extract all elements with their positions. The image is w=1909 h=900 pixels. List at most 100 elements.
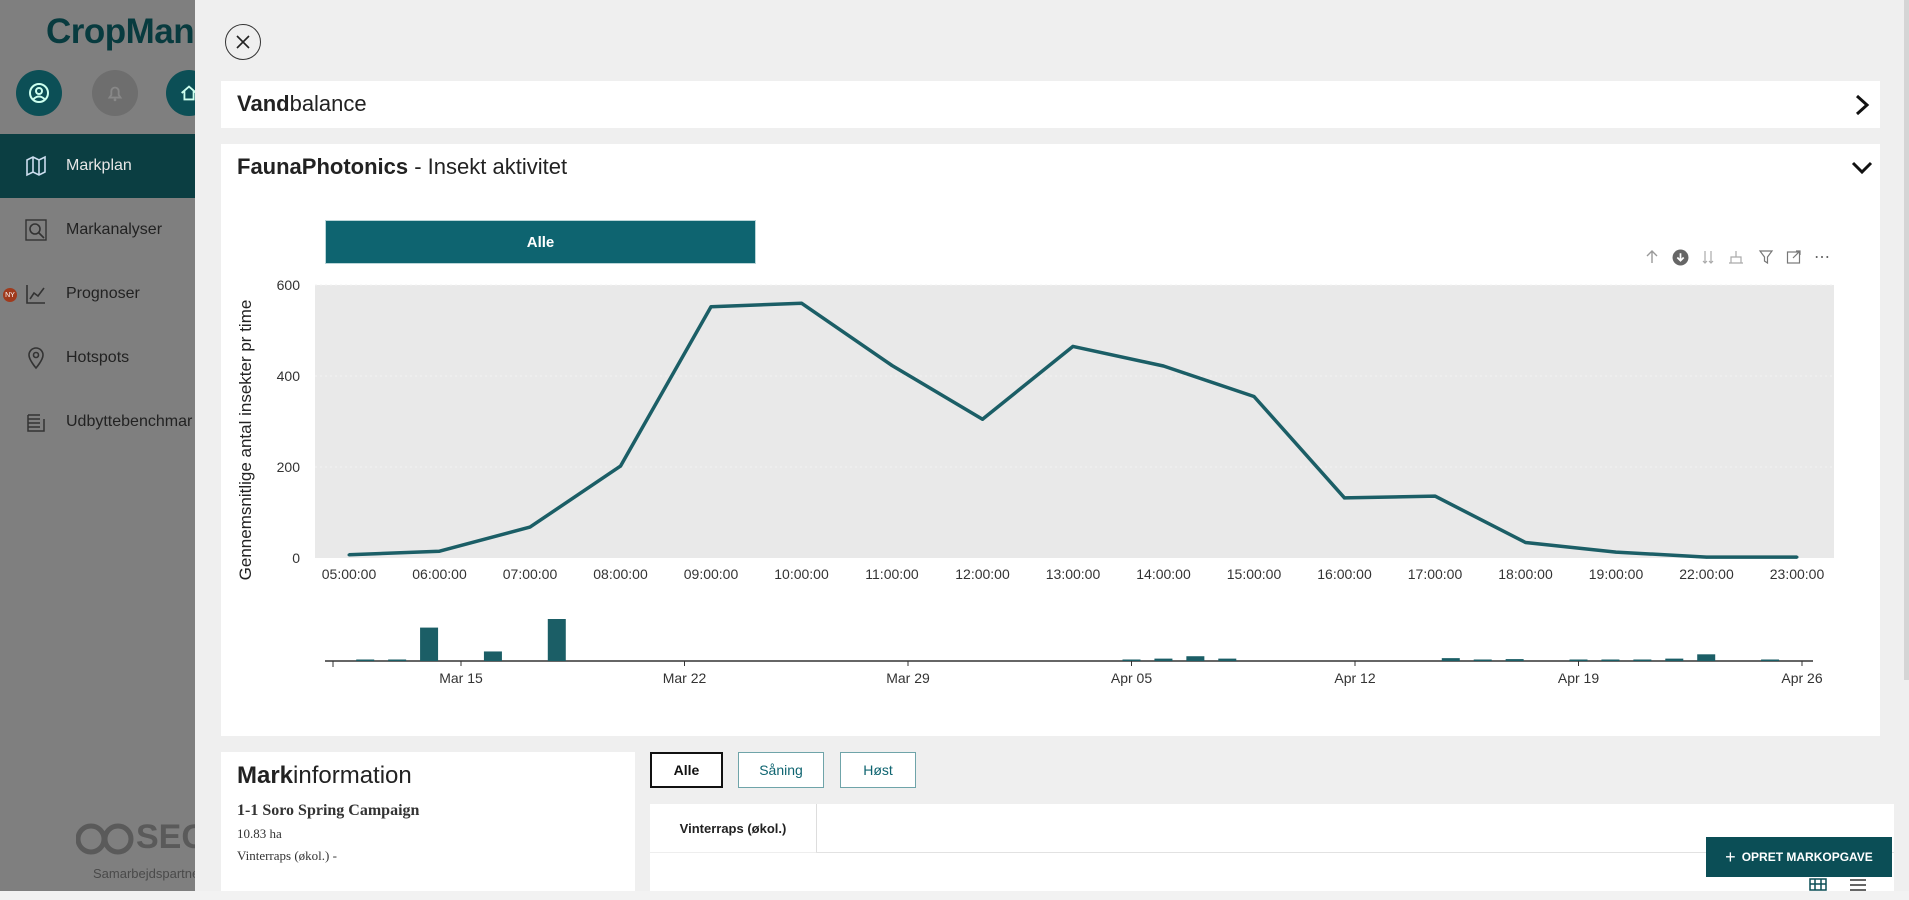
opret-markopgave-button[interactable]: + OPRET MARKOPGAVE — [1706, 837, 1892, 877]
overview-bar — [420, 627, 439, 661]
tab-vinterraps[interactable]: Vinterraps (økol.) — [650, 804, 817, 853]
overview-bar — [1186, 656, 1205, 661]
data-point — [800, 301, 803, 305]
data-point — [1795, 555, 1799, 559]
overview-bar — [1473, 659, 1492, 661]
overview-bar — [1601, 659, 1620, 661]
overview-bar — [1122, 659, 1141, 661]
data-point — [709, 305, 713, 309]
overview-bar — [388, 659, 407, 661]
overview-bar — [1505, 659, 1524, 661]
overview-tick-label: Mar 29 — [886, 670, 930, 686]
overview-tick-label: Apr 26 — [1781, 670, 1822, 686]
overview-bar — [483, 651, 502, 661]
data-point — [1433, 494, 1437, 498]
overview-bar — [356, 659, 375, 661]
overview-bar — [1633, 659, 1652, 661]
magnifier-icon — [25, 219, 47, 241]
profile-icon[interactable] — [16, 70, 62, 116]
x-tick-label: 23:00:00 — [1770, 566, 1825, 582]
data-point — [438, 549, 441, 553]
sidebar-item-markplan[interactable]: Markplan — [0, 134, 200, 198]
x-tick-label: 17:00:00 — [1408, 566, 1463, 582]
x-tick-label: 06:00:00 — [412, 566, 467, 582]
y-tick-label: 600 — [277, 277, 301, 293]
overview-tick-label: Apr 12 — [1334, 670, 1375, 686]
data-point — [1252, 394, 1256, 398]
panel-scrollbar[interactable] — [1904, 0, 1909, 680]
overview-tick-label: Mar 22 — [663, 670, 707, 686]
partner-label: Samarbejdspartne — [93, 866, 200, 881]
y-tick-label: 400 — [277, 368, 301, 384]
list-view-icon[interactable] — [1849, 878, 1867, 891]
new-badge: NY — [3, 288, 17, 302]
x-tick-label: 11:00:00 — [865, 566, 919, 582]
plus-icon: + — [1725, 846, 1736, 867]
x-tick-label: 16:00:00 — [1317, 566, 1372, 582]
x-tick-label: 18:00:00 — [1498, 566, 1553, 582]
x-tick-label: 09:00:00 — [684, 566, 739, 582]
data-point — [1524, 541, 1527, 545]
field-area: 10.83 ha — [237, 826, 282, 841]
x-tick-label: 15:00:00 — [1227, 566, 1282, 582]
x-tick-label: 22:00:00 — [1679, 566, 1734, 582]
x-tick-label: 12:00:00 — [955, 566, 1010, 582]
x-tick-label: 14:00:00 — [1136, 566, 1191, 582]
data-point — [528, 525, 532, 529]
data-point — [890, 364, 894, 368]
sidebar-item-prognoser[interactable]: NY Prognoser — [0, 262, 200, 326]
overview-bar — [1154, 658, 1173, 661]
overview-tick-label: Apr 05 — [1111, 670, 1152, 686]
y-tick-label: 200 — [277, 459, 301, 475]
location-pin-icon — [28, 347, 44, 370]
data-point — [1162, 364, 1165, 368]
chart-icon — [26, 285, 45, 304]
data-point — [1705, 555, 1708, 559]
markinformation-card: Markinformation 1-1 Soro Spring Campaign… — [221, 752, 635, 891]
x-tick-label: 19:00:00 — [1589, 566, 1644, 582]
detail-panel: Vandbalance FaunaPhotonics - Insekt akti… — [195, 0, 1909, 891]
map-icon — [26, 155, 46, 177]
sidebar-nav: Markplan Markanalyser NY Prognoser Hotsp… — [0, 134, 200, 454]
opret-button-label: OPRET MARKOPGAVE — [1741, 850, 1873, 864]
bell-icon[interactable] — [92, 70, 138, 116]
field-crop: Vinterraps (økol.) - — [237, 848, 337, 863]
data-point — [1343, 496, 1346, 500]
data-point — [347, 553, 351, 557]
data-point — [619, 464, 622, 468]
field-name: 1-1 Soro Spring Campaign — [237, 802, 420, 819]
overview-bar — [547, 619, 566, 661]
sidebar-item-markanalyser[interactable]: Markanalyser — [0, 198, 200, 262]
sidebar-item-label: Markplan — [66, 157, 132, 174]
sidebar-item-label: Udbyttebenchmar — [66, 413, 193, 430]
overview-bar — [1697, 654, 1716, 661]
filter-saaning-button[interactable]: Såning — [738, 752, 824, 788]
overview-tick-label: Mar 15 — [439, 670, 483, 686]
x-tick-label: 08:00:00 — [593, 566, 648, 582]
sidebar-item-hotspots[interactable]: Hotspots — [0, 326, 200, 390]
sidebar-item-label: Hotspots — [66, 349, 130, 366]
filter-hoest-button[interactable]: Høst — [840, 752, 916, 788]
filter-alle-button[interactable]: Alle — [650, 752, 723, 788]
sidebar-item-label: Markanalyser — [66, 221, 163, 238]
data-point — [1071, 344, 1075, 348]
x-tick-label: 05:00:00 — [322, 566, 377, 582]
overview-bar — [1218, 658, 1237, 661]
stack-icon — [27, 414, 45, 432]
x-tick-label: 07:00:00 — [503, 566, 558, 582]
overview-tick-label: Apr 19 — [1558, 670, 1599, 686]
markinformation-title: Markinformation — [237, 762, 412, 789]
overview-bar — [1441, 658, 1460, 661]
app-logo: CropMana — [46, 12, 214, 51]
overview-bar — [1761, 659, 1780, 661]
partner-logo-icon — [76, 823, 134, 855]
overview-bar — [1665, 658, 1684, 661]
y-tick-label: 0 — [292, 550, 300, 566]
sidebar-item-udbyttebenchmark[interactable]: Udbyttebenchmar — [0, 390, 200, 454]
footer-strip — [0, 891, 1909, 900]
data-point — [1614, 550, 1618, 554]
grid-view-icon[interactable] — [1809, 878, 1827, 891]
sidebar-item-label: Prognoser — [66, 285, 140, 302]
data-point — [981, 417, 984, 421]
x-tick-label: 13:00:00 — [1046, 566, 1101, 582]
